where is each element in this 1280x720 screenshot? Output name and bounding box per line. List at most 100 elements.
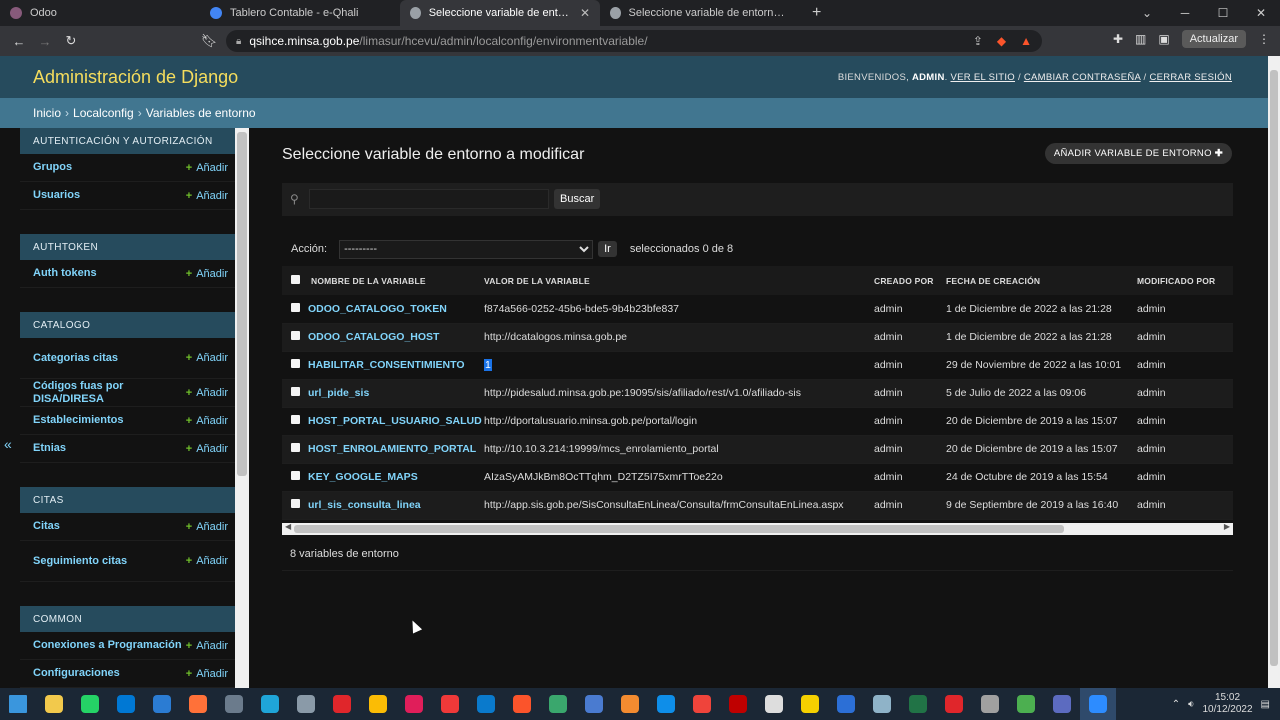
scroll-left-icon[interactable]: ◀ xyxy=(285,522,291,531)
url-field[interactable]: 🔒︎ qsihce.minsa.gob.pe/limasur/hcevu/adm… xyxy=(226,30,1042,52)
sidebar-item-link[interactable]: Establecimientos xyxy=(33,414,123,427)
module-caption[interactable]: Authtoken xyxy=(20,234,235,260)
app-icon[interactable] xyxy=(144,688,180,720)
view-site-link[interactable]: Ver el sitio xyxy=(951,72,1016,83)
sidebar-scrollbar[interactable] xyxy=(235,128,249,688)
sidebar-add-link[interactable]: + Añadir xyxy=(186,415,228,427)
browser-tab[interactable]: Tablero Contable - e-Qhali xyxy=(200,0,400,26)
browser-tab[interactable]: Seleccione variable de entorno a mod xyxy=(600,0,800,26)
sidebar-add-link[interactable]: + Añadir xyxy=(186,162,228,174)
app-icon[interactable] xyxy=(1008,688,1044,720)
module-caption[interactable]: Common xyxy=(20,606,235,632)
variable-name-link[interactable]: ODOO_CATALOGO_TOKEN xyxy=(308,303,447,315)
sidebar-add-link[interactable]: + Añadir xyxy=(186,268,228,280)
close-window-button[interactable]: ✕ xyxy=(1242,6,1280,20)
breadcrumb-app[interactable]: Localconfig xyxy=(73,106,134,120)
row-checkbox[interactable] xyxy=(291,443,300,452)
close-tab-icon[interactable]: ✕ xyxy=(580,6,590,20)
row-checkbox[interactable] xyxy=(291,302,300,312)
volume-icon[interactable]: 🔉︎ xyxy=(1188,699,1194,710)
breadcrumb-home[interactable]: Inicio xyxy=(33,106,61,120)
add-variable-button[interactable]: Añadir variable de entorno ✚ xyxy=(1044,143,1232,164)
minimize-button[interactable]: ─ xyxy=(1166,6,1204,20)
forward-icon[interactable]: → xyxy=(32,34,58,49)
sidebar-add-link[interactable]: + Añadir xyxy=(186,352,228,364)
new-tab-icon[interactable]: + xyxy=(812,4,821,22)
column-header-modified-by[interactable]: Modificado por xyxy=(1137,266,1233,295)
update-button[interactable]: Actualizar xyxy=(1181,30,1246,48)
row-checkbox[interactable] xyxy=(291,359,300,368)
outlook-icon[interactable] xyxy=(108,688,144,720)
wallet-icon[interactable]: ▣ xyxy=(1158,32,1169,46)
app-icon[interactable] xyxy=(756,688,792,720)
git-icon[interactable] xyxy=(1044,688,1080,720)
row-checkbox[interactable] xyxy=(291,415,300,424)
sidebar-add-link[interactable]: + Añadir xyxy=(186,387,228,399)
page-scrollbar[interactable] xyxy=(1268,56,1280,688)
sidebar-item-link[interactable]: Seguimiento citas xyxy=(33,555,127,568)
toggle-sidebar-icon[interactable]: « xyxy=(4,436,12,452)
brave-icon[interactable] xyxy=(504,688,540,720)
column-header-value[interactable]: Valor de la variable xyxy=(484,266,874,295)
nx-icon[interactable] xyxy=(828,688,864,720)
brave-shield-icon[interactable]: ◆ xyxy=(997,34,1006,48)
app-icon[interactable] xyxy=(972,688,1008,720)
zoom-icon[interactable] xyxy=(1080,688,1116,720)
sidebar-add-link[interactable]: + Añadir xyxy=(186,640,228,652)
share-icon[interactable]: ⇪ xyxy=(973,34,983,48)
excel-icon[interactable] xyxy=(900,688,936,720)
variable-name-link[interactable]: url_pide_sis xyxy=(308,387,369,399)
change-password-link[interactable]: Cambiar contraseña xyxy=(1024,72,1141,83)
search-input[interactable] xyxy=(309,189,549,209)
column-header-created-date[interactable]: Fecha de creación xyxy=(946,266,1137,295)
scroll-thumb[interactable] xyxy=(294,525,1064,533)
whatsapp-icon[interactable] xyxy=(72,688,108,720)
variable-name-link[interactable]: HOST_PORTAL_USUARIO_SALUD xyxy=(308,415,482,427)
opera-icon[interactable] xyxy=(324,688,360,720)
sidebar-item-link[interactable]: Grupos xyxy=(33,161,72,174)
go-button[interactable]: Ir xyxy=(598,241,617,257)
firefox-icon[interactable] xyxy=(180,688,216,720)
app-icon[interactable] xyxy=(792,688,828,720)
variable-name-link[interactable]: HABILITAR_CONSENTIMIENTO xyxy=(308,359,465,371)
bookmark-icon[interactable]: 🔖︎ xyxy=(196,33,222,49)
sidebar-icon[interactable]: ▥ xyxy=(1135,32,1146,46)
module-caption[interactable]: Autenticación y autorización xyxy=(20,128,235,154)
teamviewer-icon[interactable] xyxy=(648,688,684,720)
extensions-icon[interactable]: ✚ xyxy=(1113,32,1123,46)
sidebar-item-link[interactable]: Códigos fuas por DISA/DIRESA xyxy=(33,380,186,406)
sidebar-item-link[interactable]: Configuraciones xyxy=(33,667,120,680)
notifications-icon[interactable]: ▤ xyxy=(1261,699,1270,710)
slack-icon[interactable] xyxy=(396,688,432,720)
sidebar-item-link[interactable]: Auth tokens xyxy=(33,267,97,280)
back-icon[interactable]: ← xyxy=(6,34,32,49)
windows-start-icon[interactable] xyxy=(0,688,36,720)
sidebar-add-link[interactable]: + Añadir xyxy=(186,521,228,533)
search-button[interactable]: Buscar xyxy=(554,189,601,209)
module-caption[interactable]: Catalogo xyxy=(20,312,235,338)
app-icon[interactable] xyxy=(864,688,900,720)
chevron-down-icon[interactable]: ⌄ xyxy=(1128,6,1166,20)
app-icon[interactable] xyxy=(612,688,648,720)
sidebar-item-link[interactable]: Usuarios xyxy=(33,189,80,202)
row-checkbox[interactable] xyxy=(291,471,300,480)
file-explorer-icon[interactable] xyxy=(36,688,72,720)
acrobat-icon[interactable] xyxy=(936,688,972,720)
app-icon[interactable] xyxy=(288,688,324,720)
variable-name-link[interactable]: HOST_ENROLAMIENTO_PORTAL xyxy=(308,443,476,455)
clock[interactable]: 15:02 10/12/2022 xyxy=(1202,692,1252,716)
sidebar-item-link[interactable]: Conexiones a Programación xyxy=(33,639,182,652)
variable-name-link[interactable]: ODOO_CATALOGO_HOST xyxy=(308,331,439,343)
maximize-button[interactable]: ☐ xyxy=(1204,6,1242,20)
row-checkbox[interactable] xyxy=(291,499,300,508)
variable-name-link[interactable]: url_sis_consulta_linea xyxy=(308,499,421,511)
vivaldi-icon[interactable] xyxy=(432,688,468,720)
column-header-name[interactable]: Nombre de la variable xyxy=(308,266,484,295)
menu-icon[interactable]: ⋮ xyxy=(1258,32,1270,46)
scroll-right-icon[interactable]: ▶ xyxy=(1224,522,1230,531)
horizontal-scrollbar[interactable]: ◀ ▶ xyxy=(282,522,1233,535)
sidebar-add-link[interactable]: + Añadir xyxy=(186,190,228,202)
sidebar-item-link[interactable]: Etnias xyxy=(33,442,66,455)
chevron-up-icon[interactable]: ⌃ xyxy=(1172,699,1180,710)
select-all-checkbox[interactable] xyxy=(291,275,300,284)
